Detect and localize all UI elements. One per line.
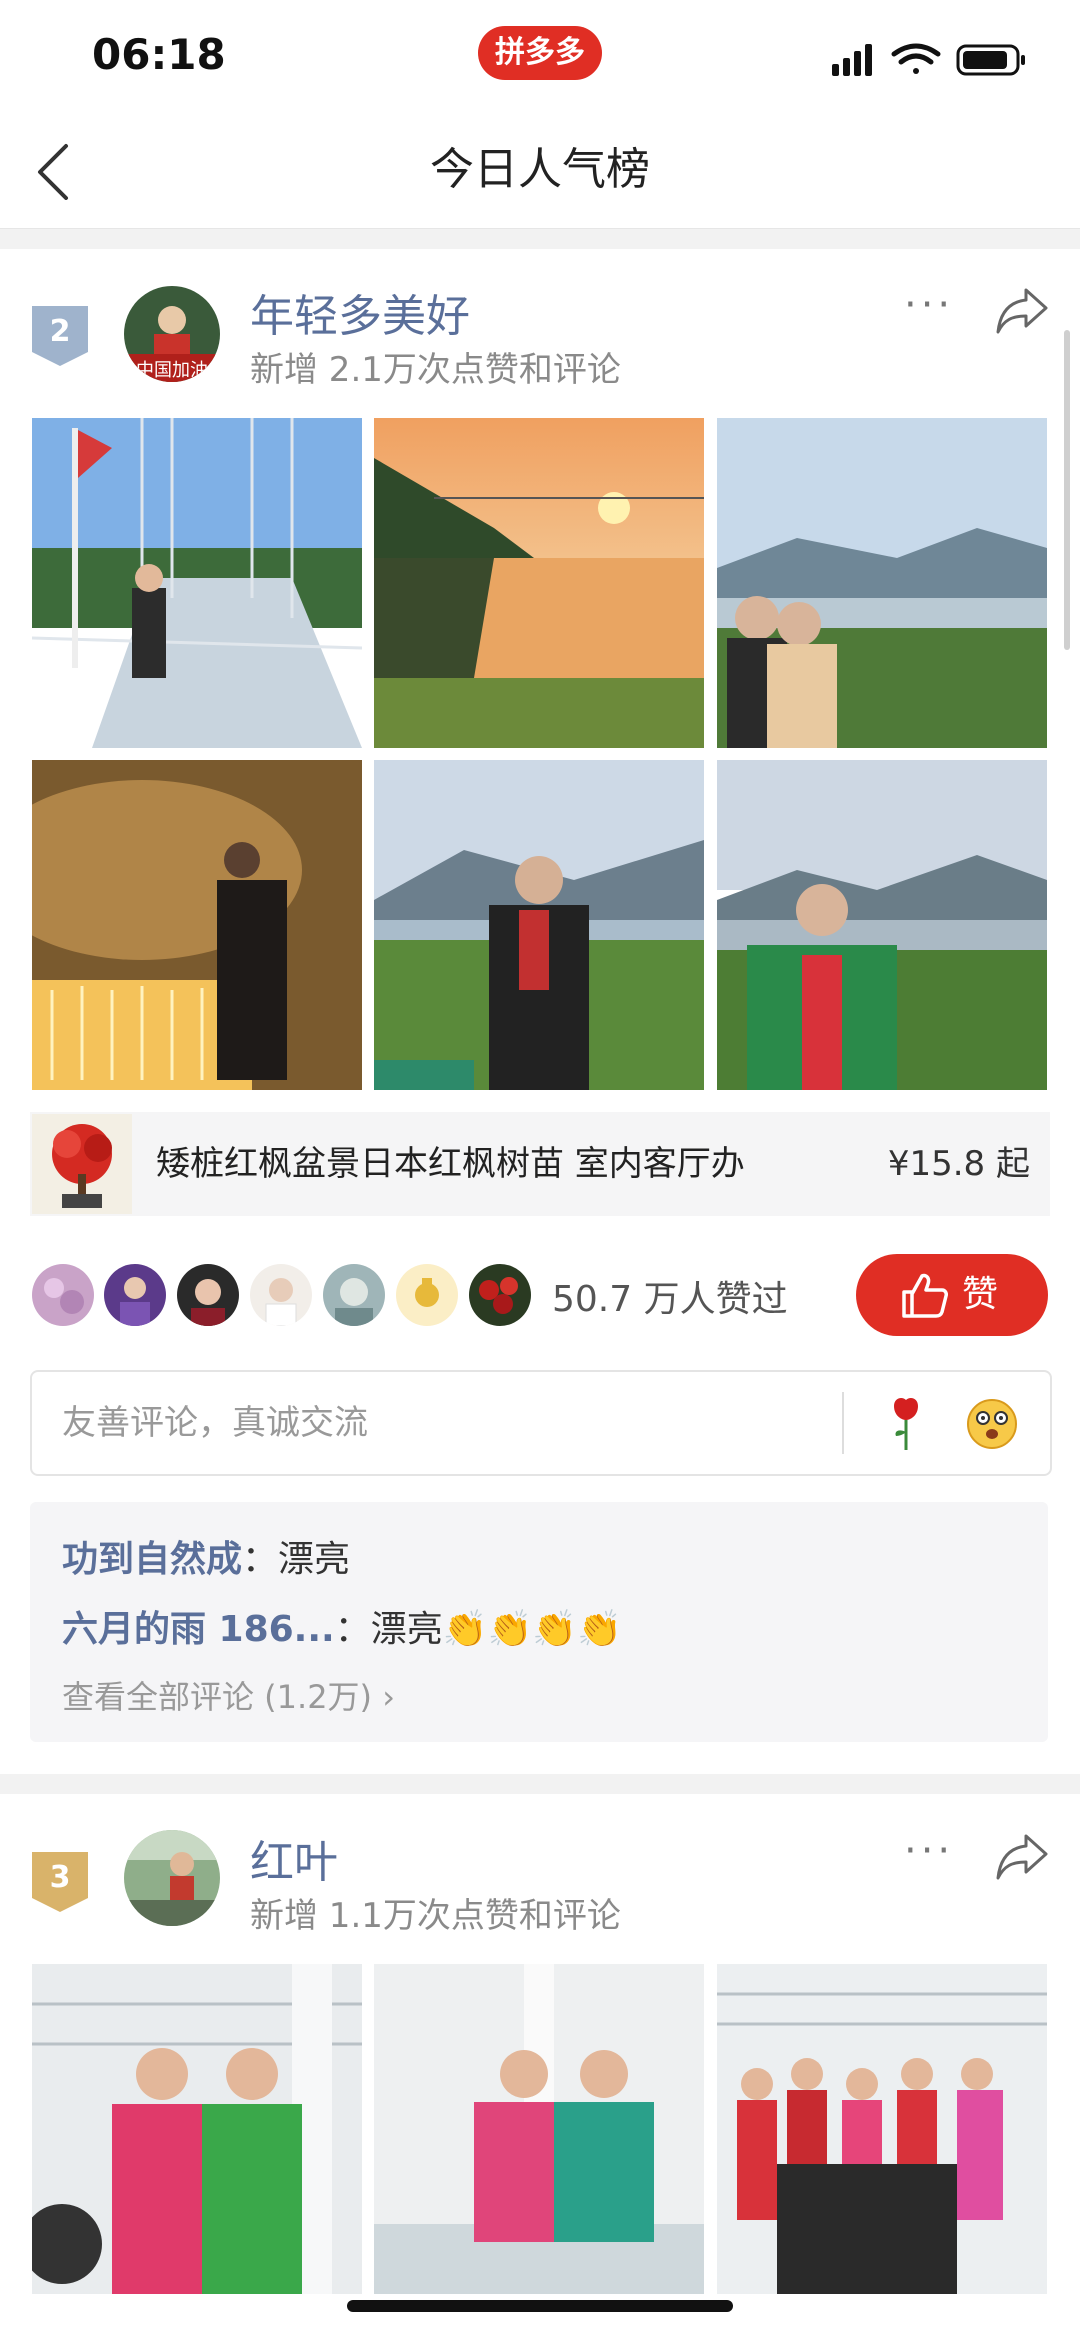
battery-icon	[956, 44, 1025, 76]
chevron-right-icon: ›	[382, 1678, 396, 1716]
product-card[interactable]: 矮桩红枫盆景日本红枫树苗 室内客厅办 ¥15.8 起	[30, 1112, 1050, 1216]
rank-number: 2	[49, 314, 71, 349]
username[interactable]: 红叶	[250, 1826, 338, 1890]
comment-placeholder: 友善评论，真诚交流	[62, 1403, 368, 1443]
comment-sep: ：	[334, 1609, 371, 1650]
thumbs-up-icon	[902, 1273, 948, 1318]
activity-subtitle: 新增 2.1万次点赞和评论	[250, 350, 621, 390]
app-badge: 拼多多	[478, 26, 602, 80]
liker-avatar[interactable]	[396, 1264, 458, 1326]
comment-user[interactable]: 功到自然成	[62, 1539, 242, 1580]
avatar[interactable]	[124, 1830, 220, 1926]
like-button[interactable]: 赞	[856, 1254, 1048, 1336]
product-title: 矮桩红枫盆景日本红枫树苗 室内客厅办	[156, 1144, 745, 1184]
liker-avatar[interactable]	[323, 1264, 385, 1326]
home-indicator[interactable]	[347, 2300, 733, 2312]
divider	[842, 1392, 844, 1454]
post-photo[interactable]	[717, 760, 1047, 1090]
scrollbar[interactable]	[1064, 330, 1070, 650]
status-time: 06:18	[92, 30, 226, 79]
share-icon[interactable]	[994, 286, 1050, 336]
post-photo[interactable]	[374, 760, 704, 1090]
like-count: 50.7 万人赞过	[552, 1279, 788, 1320]
post-photo[interactable]	[374, 418, 704, 748]
rank-badge: 3	[32, 1852, 88, 1912]
status-icons	[832, 43, 1025, 76]
wifi-icon	[891, 43, 941, 74]
like-label: 赞	[962, 1274, 999, 1315]
post-photo[interactable]	[374, 1964, 704, 2294]
page-title: 今日人气榜	[430, 144, 650, 195]
liker-avatar[interactable]	[177, 1264, 239, 1326]
comment-text: 漂亮	[278, 1539, 351, 1580]
back-icon[interactable]	[30, 140, 90, 200]
rank-number: 3	[49, 1860, 71, 1895]
comment-item[interactable]: 功到自然成：漂亮	[62, 1530, 350, 1582]
rose-icon[interactable]	[884, 1396, 928, 1452]
comment-section: 功到自然成：漂亮 六月的雨 186...：漂亮👏👏👏👏 查看全部评论 (1.2万…	[30, 1502, 1048, 1742]
view-all-comments[interactable]: 查看全部评论 (1.2万) ›	[62, 1672, 395, 1718]
liker-avatar[interactable]	[104, 1264, 166, 1326]
post-photo[interactable]	[32, 760, 362, 1090]
emoji-icon[interactable]	[964, 1396, 1020, 1452]
username[interactable]: 年轻多美好	[250, 280, 470, 344]
share-icon[interactable]	[994, 1832, 1050, 1882]
more-icon[interactable]: ···	[904, 1828, 954, 1874]
post-photo[interactable]	[717, 1964, 1047, 2294]
product-price: ¥15.8 起	[887, 1144, 1030, 1184]
post-photo[interactable]	[717, 418, 1047, 748]
signal-icon	[832, 44, 872, 76]
activity-subtitle: 新增 1.1万次点赞和评论	[250, 1896, 621, 1936]
section-divider	[0, 1774, 1080, 1794]
comment-user[interactable]: 六月的雨 186...	[62, 1609, 335, 1650]
comment-text: 漂亮👏👏👏👏	[370, 1609, 623, 1650]
section-divider	[0, 228, 1080, 249]
post-photo[interactable]	[32, 1964, 362, 2294]
avatar[interactable]: 中国加油	[124, 286, 220, 382]
more-icon[interactable]: ···	[904, 282, 954, 328]
liker-avatar[interactable]	[469, 1264, 531, 1326]
avatar-caption: 中国加油	[136, 360, 208, 381]
comment-sep: ：	[242, 1539, 279, 1580]
product-thumbnail	[32, 1114, 132, 1214]
liker-avatar[interactable]	[250, 1264, 312, 1326]
liker-avatar[interactable]	[32, 1264, 94, 1326]
rank-badge: 2	[32, 306, 88, 366]
view-all-label: 查看全部评论 (1.2万)	[62, 1678, 373, 1716]
comment-input[interactable]: 友善评论，真诚交流	[30, 1370, 1052, 1476]
comment-item[interactable]: 六月的雨 186...：漂亮👏👏👏👏	[62, 1600, 622, 1652]
post-photo[interactable]	[32, 418, 362, 748]
